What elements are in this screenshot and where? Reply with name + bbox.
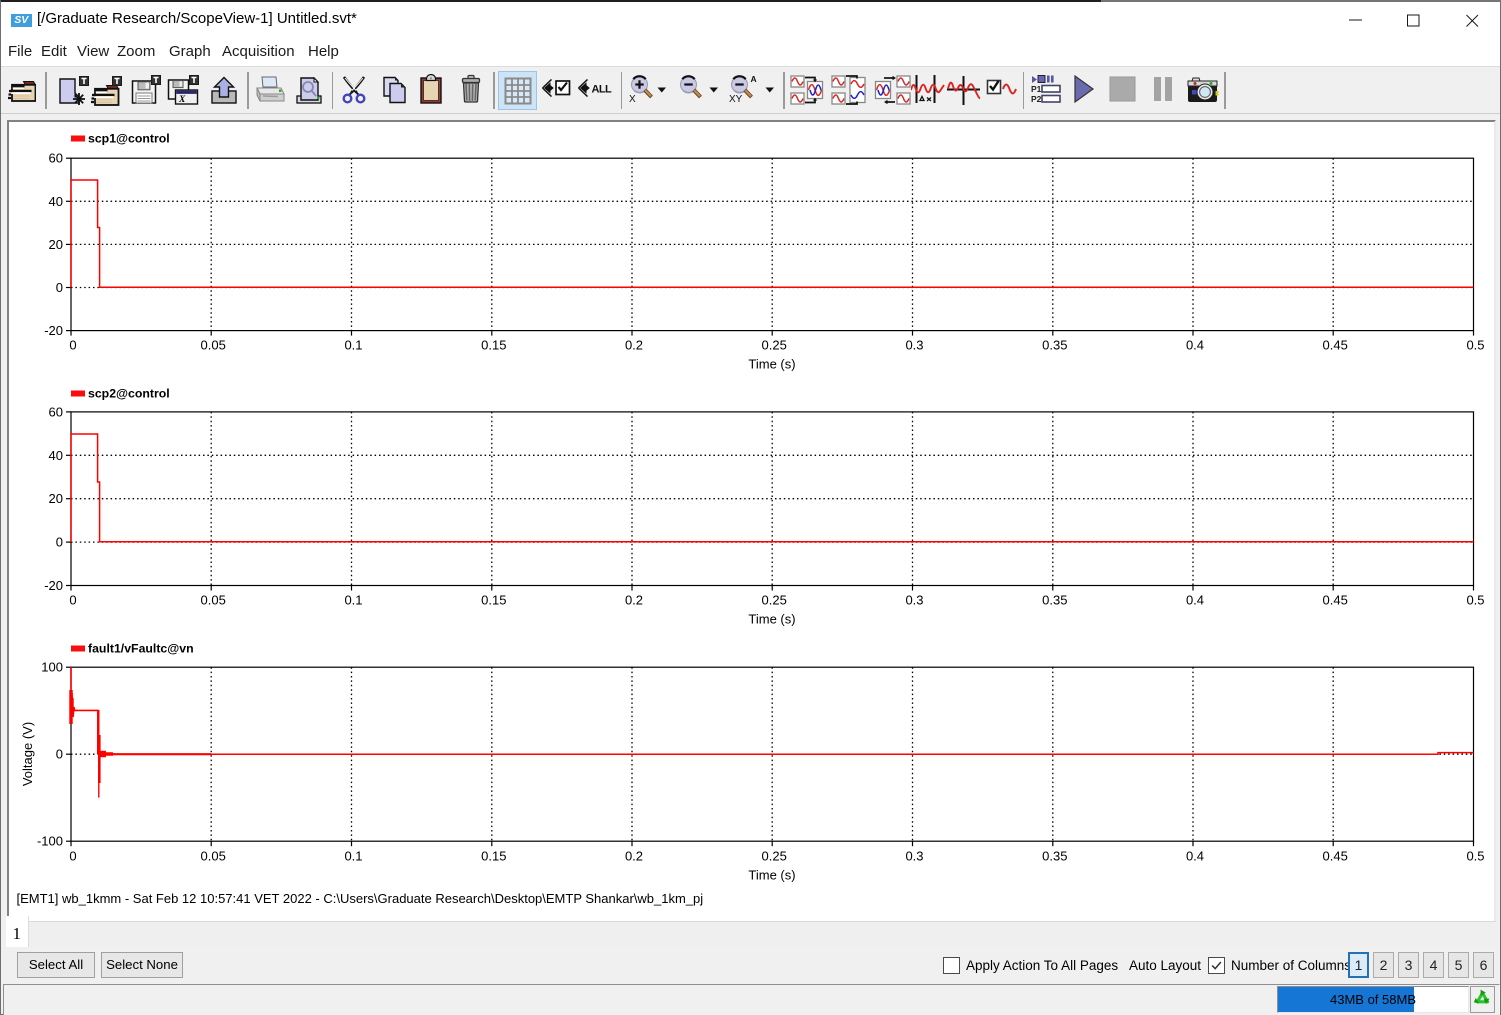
svg-text:40: 40 — [49, 194, 63, 209]
svg-text:0.2: 0.2 — [625, 593, 643, 608]
svg-text:0.35: 0.35 — [1042, 593, 1067, 608]
svg-text:100: 100 — [41, 660, 63, 675]
svg-text:-20: -20 — [44, 578, 63, 593]
svg-text:0.05: 0.05 — [201, 593, 226, 608]
svg-text:60: 60 — [49, 404, 63, 419]
svg-text:0.45: 0.45 — [1323, 849, 1348, 864]
svg-text:0: 0 — [56, 280, 63, 295]
svg-text:Time (s): Time (s) — [748, 612, 795, 627]
svg-text:20: 20 — [49, 491, 63, 506]
svg-text:Time (s): Time (s) — [748, 868, 795, 883]
svg-text:Voltage (V): Voltage (V) — [20, 722, 35, 786]
svg-text:-100: -100 — [37, 834, 63, 849]
svg-text:0.45: 0.45 — [1323, 593, 1348, 608]
svg-text:0.3: 0.3 — [905, 849, 923, 864]
svg-text:60: 60 — [49, 151, 63, 166]
svg-text:20: 20 — [49, 237, 63, 252]
svg-text:0.15: 0.15 — [481, 593, 506, 608]
svg-text:0.1: 0.1 — [344, 593, 362, 608]
svg-text:0.4: 0.4 — [1186, 338, 1204, 353]
svg-text:0.25: 0.25 — [762, 338, 787, 353]
svg-text:0.25: 0.25 — [762, 849, 787, 864]
svg-text:0: 0 — [69, 338, 76, 353]
svg-text:0: 0 — [69, 593, 76, 608]
svg-text:-20: -20 — [44, 323, 63, 338]
svg-text:Time (s): Time (s) — [748, 357, 795, 372]
svg-text:0.35: 0.35 — [1042, 849, 1067, 864]
svg-text:[EMT1] wb_1kmm - Sat Feb 12 10: [EMT1] wb_1kmm - Sat Feb 12 10:57:41 VET… — [17, 891, 704, 906]
svg-text:0.05: 0.05 — [201, 338, 226, 353]
svg-text:0.15: 0.15 — [481, 338, 506, 353]
svg-text:40: 40 — [49, 448, 63, 463]
svg-text:0.4: 0.4 — [1186, 593, 1204, 608]
svg-text:0.5: 0.5 — [1466, 338, 1484, 353]
svg-text:0.4: 0.4 — [1186, 849, 1204, 864]
svg-text:0.1: 0.1 — [344, 849, 362, 864]
svg-text:scp2@control: scp2@control — [88, 387, 170, 401]
svg-text:0.35: 0.35 — [1042, 338, 1067, 353]
svg-text:fault1/vFaultc@vn: fault1/vFaultc@vn — [88, 642, 194, 656]
svg-text:0.5: 0.5 — [1466, 593, 1484, 608]
svg-text:0.05: 0.05 — [201, 849, 226, 864]
svg-text:0: 0 — [69, 849, 76, 864]
svg-text:0.25: 0.25 — [762, 593, 787, 608]
svg-text:0.15: 0.15 — [481, 849, 506, 864]
svg-text:0.3: 0.3 — [905, 338, 923, 353]
svg-text:scp1@control: scp1@control — [88, 132, 170, 146]
svg-text:0.45: 0.45 — [1323, 338, 1348, 353]
svg-text:0.5: 0.5 — [1466, 849, 1484, 864]
svg-text:0.1: 0.1 — [344, 338, 362, 353]
svg-text:0.3: 0.3 — [905, 593, 923, 608]
svg-text:0.2: 0.2 — [625, 338, 643, 353]
svg-text:0: 0 — [56, 747, 63, 762]
svg-text:0: 0 — [56, 535, 63, 550]
svg-text:0.2: 0.2 — [625, 849, 643, 864]
